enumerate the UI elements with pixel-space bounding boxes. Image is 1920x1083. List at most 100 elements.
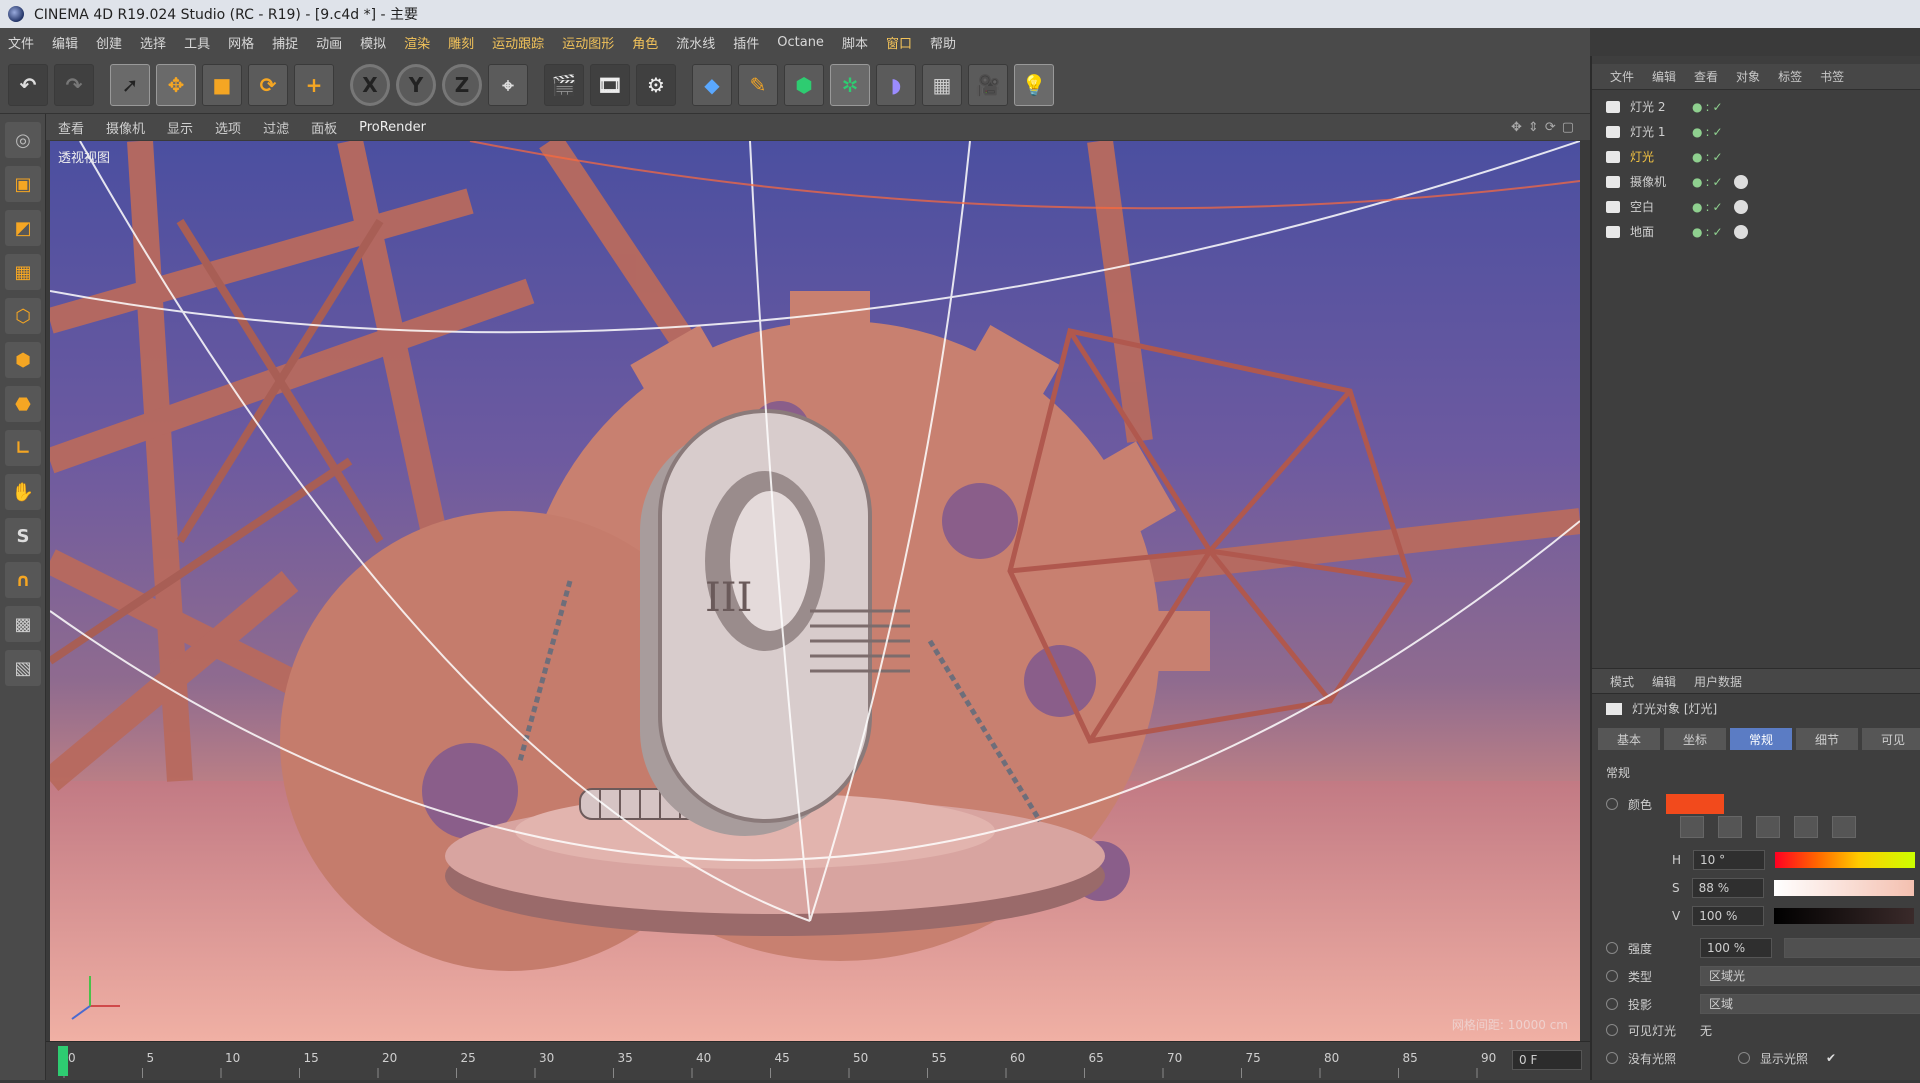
- visibility-flags-icon[interactable]: ●:✓: [1692, 200, 1726, 214]
- subdivision-generator-icon[interactable]: ⬢: [784, 63, 824, 106]
- type-anim-radio[interactable]: [1606, 970, 1618, 982]
- grid-snap-icon[interactable]: ▧: [5, 650, 41, 686]
- object-row[interactable]: 摄像机 ●:✓: [1606, 169, 1920, 194]
- polygons-mode-icon[interactable]: ⬣: [5, 386, 41, 422]
- viewport-menu-view[interactable]: 查看: [58, 118, 84, 137]
- menu-item-5[interactable]: 网格: [228, 33, 254, 52]
- value-gradient-slider[interactable]: [1774, 908, 1915, 924]
- pen-spline-icon[interactable]: ✎: [738, 63, 778, 106]
- object-name[interactable]: 摄像机: [1630, 173, 1692, 190]
- color-swatch[interactable]: [1666, 794, 1725, 814]
- menu-item-19[interactable]: 帮助: [930, 33, 956, 52]
- object-tag-icon[interactable]: [1733, 199, 1748, 214]
- color-wheel-icon[interactable]: [1680, 816, 1704, 838]
- color-hsv-icon[interactable]: [1832, 816, 1856, 838]
- viewport-menu-filter[interactable]: 过滤: [263, 118, 289, 137]
- attribute-menu-0[interactable]: 模式: [1610, 673, 1634, 690]
- redo-icon[interactable]: ↷: [54, 63, 94, 106]
- menu-item-13[interactable]: 角色: [632, 33, 658, 52]
- object-row[interactable]: 灯光 ●:✓: [1606, 144, 1920, 169]
- visibility-flags-icon[interactable]: ●:✓: [1692, 225, 1726, 239]
- scale-tool-icon[interactable]: ■: [202, 63, 242, 106]
- menu-item-2[interactable]: 创建: [96, 33, 122, 52]
- object-name[interactable]: 空白: [1630, 198, 1692, 215]
- render-settings-icon[interactable]: ⚙: [636, 63, 676, 106]
- shadow-dropdown[interactable]: 区域: [1700, 994, 1920, 1014]
- viewport-menu-prorender[interactable]: ProRender: [359, 120, 426, 135]
- color-anim-radio[interactable]: [1606, 798, 1618, 810]
- hue-gradient-slider[interactable]: [1775, 852, 1916, 868]
- workplane-lock-icon[interactable]: ▩: [5, 606, 41, 642]
- object-manager-menu-0[interactable]: 文件: [1610, 68, 1634, 85]
- menu-item-8[interactable]: 模拟: [360, 33, 386, 52]
- object-tag-icon[interactable]: [1733, 224, 1748, 239]
- menu-item-9[interactable]: 渲染: [404, 33, 430, 52]
- object-manager-menu-5[interactable]: 书签: [1820, 68, 1844, 85]
- value-input[interactable]: 100 %: [1692, 906, 1765, 926]
- color-spectrum-icon[interactable]: [1718, 816, 1742, 838]
- menu-item-16[interactable]: Octane: [777, 35, 824, 50]
- cube-primitive-icon[interactable]: ◆: [692, 63, 732, 106]
- texture-mode-icon[interactable]: ◩: [5, 210, 41, 246]
- render-view-icon[interactable]: 🎬: [544, 63, 584, 106]
- type-dropdown[interactable]: 区域光: [1700, 966, 1920, 986]
- no-light-anim-radio[interactable]: [1606, 1052, 1618, 1064]
- menu-item-4[interactable]: 工具: [184, 33, 210, 52]
- current-frame-field[interactable]: 0 F: [1512, 1050, 1582, 1070]
- viewport-nav-icons[interactable]: ✥⇕⟳▢: [1511, 120, 1580, 135]
- floor-scene-icon[interactable]: ▦: [922, 63, 962, 106]
- viewport-menu-panel[interactable]: 面板: [311, 118, 337, 137]
- attribute-subtab-1[interactable]: 坐标: [1664, 728, 1726, 750]
- workplane-icon[interactable]: ▦: [5, 254, 41, 290]
- object-row[interactable]: 空白 ●:✓: [1606, 194, 1920, 219]
- menu-item-7[interactable]: 动画: [316, 33, 342, 52]
- object-row[interactable]: 灯光 1 ●:✓: [1606, 119, 1920, 144]
- axis-z-button[interactable]: Z: [442, 63, 482, 106]
- render-picture-viewer-icon[interactable]: 🎞: [590, 63, 630, 106]
- camera-icon[interactable]: 🎥: [968, 63, 1008, 106]
- mograph-cloner-icon[interactable]: ✲: [830, 63, 870, 106]
- model-mode-icon[interactable]: ▣: [5, 166, 41, 202]
- intensity-input[interactable]: 100 %: [1700, 938, 1772, 958]
- attribute-menu-2[interactable]: 用户数据: [1694, 673, 1742, 690]
- rotate-tool-icon[interactable]: ⟳: [248, 63, 288, 106]
- points-mode-icon[interactable]: ⬡: [5, 298, 41, 334]
- menu-item-14[interactable]: 流水线: [676, 33, 715, 52]
- object-tag-icon[interactable]: [1733, 174, 1748, 189]
- light-bulb-icon[interactable]: 💡: [1014, 63, 1054, 106]
- object-name[interactable]: 地面: [1630, 223, 1692, 240]
- attribute-subtab-2[interactable]: 常规: [1730, 728, 1792, 750]
- show-light-anim-radio[interactable]: [1738, 1052, 1750, 1064]
- magnet-icon[interactable]: ∩: [5, 562, 41, 598]
- object-row[interactable]: 地面 ●:✓: [1606, 219, 1920, 244]
- menu-item-17[interactable]: 脚本: [842, 33, 868, 52]
- show-light-checkbox[interactable]: ✔: [1826, 1051, 1836, 1065]
- select-tool-icon[interactable]: ➚: [110, 63, 150, 106]
- visibility-flags-icon[interactable]: ●:✓: [1692, 175, 1726, 189]
- object-name[interactable]: 灯光: [1630, 148, 1692, 165]
- object-row[interactable]: 灯光 2 ●:✓: [1606, 94, 1920, 119]
- visibility-flags-icon[interactable]: ●:✓: [1692, 100, 1726, 114]
- saturation-input[interactable]: 88 %: [1691, 878, 1764, 898]
- menu-item-1[interactable]: 编辑: [52, 33, 78, 52]
- world-coordinate-icon[interactable]: ⌖: [488, 63, 528, 106]
- visibility-flags-icon[interactable]: ●:✓: [1692, 150, 1726, 164]
- object-manager-menu-4[interactable]: 标签: [1778, 68, 1802, 85]
- attribute-subtab-3[interactable]: 细节: [1796, 728, 1858, 750]
- animation-timeline[interactable]: 0 5 10 15 20 25 30 35 40 45 50 55 60 65 70 75 80 85 90 0 F: [46, 1041, 1590, 1080]
- menu-item-18[interactable]: 窗口: [886, 33, 912, 52]
- viewport-menu-display[interactable]: 显示: [167, 118, 193, 137]
- color-rgb-icon[interactable]: [1794, 816, 1818, 838]
- add-object-icon[interactable]: +: [294, 63, 334, 106]
- attribute-subtab-4[interactable]: 可见: [1862, 728, 1920, 750]
- object-manager-menu-1[interactable]: 编辑: [1652, 68, 1676, 85]
- menu-item-3[interactable]: 选择: [140, 33, 166, 52]
- menu-item-15[interactable]: 插件: [733, 33, 759, 52]
- menu-item-12[interactable]: 运动图形: [562, 33, 614, 52]
- color-image-icon[interactable]: [1756, 816, 1780, 838]
- object-name[interactable]: 灯光 2: [1630, 98, 1692, 115]
- perspective-viewport[interactable]: III 透视视图 网格间距: 10000 cm: [50, 141, 1580, 1041]
- tweak-mode-icon[interactable]: ✋: [5, 474, 41, 510]
- axis-y-button[interactable]: Y: [396, 63, 436, 106]
- object-name[interactable]: 灯光 1: [1630, 123, 1692, 140]
